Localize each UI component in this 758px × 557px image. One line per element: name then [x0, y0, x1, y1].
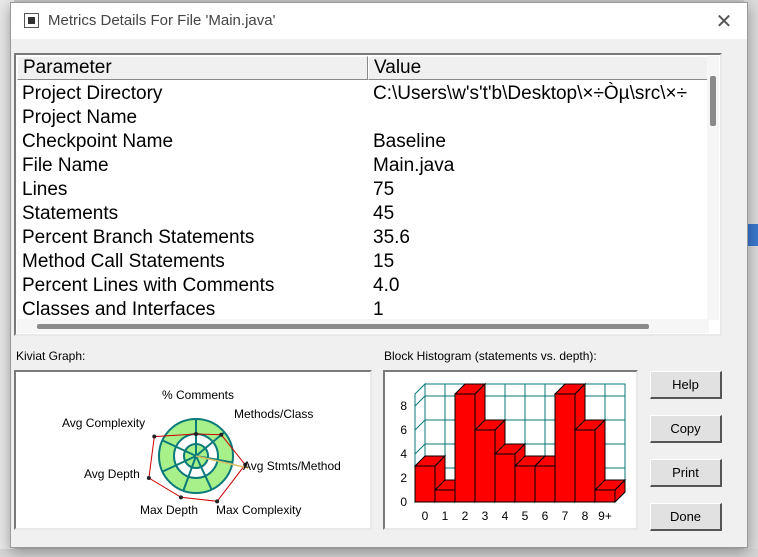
histogram-gridline [414, 395, 426, 407]
table-row[interactable]: Percent Lines with Comments 4.0 [17, 274, 709, 298]
block-histogram-panel: 0 2 4 6 8 0 1 2 3 4 5 6 7 8 9+ [383, 370, 638, 530]
table-row[interactable]: Checkpoint Name Baseline [17, 130, 709, 154]
value-cell: Baseline [373, 131, 446, 152]
histogram-bar [414, 465, 436, 503]
kiviat-graph-panel: % Comments Methods/Class Avg Stmts/Metho… [14, 370, 372, 530]
histogram-bar [554, 393, 576, 503]
parameter-cell: Lines [22, 179, 68, 200]
histogram-y-tick: 4 [400, 447, 407, 461]
histogram-bar [434, 489, 456, 503]
table-row[interactable]: Method Call Statements 15 [17, 250, 709, 274]
kiviat-axis-label: Max Complexity [216, 503, 301, 517]
histogram-gridline [414, 419, 426, 431]
value-cell: 35.6 [373, 227, 410, 248]
value-cell: 75 [373, 179, 395, 200]
parameter-cell: Statements [22, 203, 119, 224]
parameter-cell: Project Directory [22, 83, 163, 104]
histogram-x-tick: 6 [542, 509, 549, 523]
parameter-cell: Project Name [22, 107, 138, 128]
histogram-gridline [414, 443, 426, 455]
background-window-bottom [0, 549, 758, 557]
histogram-y-tick: 6 [400, 423, 407, 437]
histogram-x-tick: 8 [582, 509, 589, 523]
histogram-bar [474, 429, 496, 503]
window-title: Metrics Details For File 'Main.java' [48, 12, 276, 29]
kiviat-axis-label: Avg Depth [84, 467, 140, 481]
window-icon [24, 13, 39, 28]
value-cell: C:\Users\w's't'b\Desktop\×÷Òµ\src\×÷ [373, 83, 688, 104]
close-button[interactable]: ✕ [701, 3, 747, 39]
histogram-x-tick: 3 [482, 509, 489, 523]
histogram-x-tick: 1 [442, 509, 449, 523]
kiviat-point [146, 475, 151, 480]
vertical-scrollbar[interactable] [707, 56, 719, 320]
block-histogram-label: Block Histogram (statements vs. depth): [384, 349, 597, 363]
histogram-x-tick: 4 [502, 509, 509, 523]
block-histogram: 024680 1 2 3 4 5 6 7 8 9+ [400, 382, 627, 523]
column-header-parameter[interactable]: Parameter [17, 56, 368, 80]
histogram-y-tick: 8 [400, 399, 407, 413]
value-cell: 15 [373, 251, 395, 272]
kiviat-axis-label: Avg Complexity [62, 416, 145, 430]
histogram-y-tick: 2 [400, 471, 407, 485]
value-cell: Main.java [373, 155, 455, 176]
table-row[interactable]: Project Name [17, 106, 709, 130]
print-button[interactable]: Print [650, 459, 722, 487]
kiviat-axis-label: Avg Stmts/Method [243, 459, 341, 473]
kiviat-point [178, 495, 183, 500]
parameter-cell: Percent Lines with Comments [22, 275, 275, 296]
list-rows: Project Directory C:\Users\w's't'b\Deskto… [17, 82, 709, 322]
histogram-x-tick: 9+ [598, 509, 612, 523]
histogram-x-tick: 2 [462, 509, 469, 523]
copy-button[interactable]: Copy [650, 415, 722, 443]
kiviat-graph-label: Kiviat Graph: [16, 349, 86, 363]
value-cell: 45 [373, 203, 395, 224]
parameter-cell: Percent Branch Statements [22, 227, 255, 248]
parameter-cell: Method Call Statements [22, 251, 225, 272]
histogram-bar [494, 453, 516, 503]
help-button[interactable]: Help [650, 371, 722, 399]
table-row[interactable]: Lines 75 [17, 178, 709, 202]
parameter-cell: Checkpoint Name [22, 131, 174, 152]
table-row[interactable]: Statements 45 [17, 202, 709, 226]
table-row[interactable]: Percent Branch Statements 35.6 [17, 226, 709, 250]
histogram-y-tick: 0 [400, 495, 407, 509]
column-header-value[interactable]: Value [368, 56, 709, 80]
kiviat-point [219, 432, 224, 437]
histogram-x-tick: 5 [522, 509, 529, 523]
horizontal-scroll-thumb[interactable] [37, 324, 649, 329]
vertical-scroll-thumb[interactable] [710, 76, 716, 126]
title-bar[interactable]: Metrics Details For File 'Main.java' ✕ [11, 3, 747, 39]
histogram-bar [594, 489, 616, 503]
histogram-bar [514, 465, 536, 503]
table-row[interactable]: Project Directory C:\Users\w's't'b\Deskto… [17, 82, 709, 106]
horizontal-scrollbar[interactable] [17, 319, 709, 333]
histogram-x-tick: 0 [422, 509, 429, 523]
value-cell: 4.0 [373, 275, 400, 296]
done-button[interactable]: Done [650, 503, 722, 531]
kiviat-axis-label: Methods/Class [234, 407, 313, 421]
histogram-bar [534, 465, 556, 503]
parameter-cell: File Name [22, 155, 109, 176]
kiviat-axis-label: % Comments [162, 388, 234, 402]
table-row[interactable]: File Name Main.java [17, 154, 709, 178]
kiviat-point [194, 432, 198, 436]
histogram-x-tick: 7 [562, 509, 569, 523]
kiviat-axis-label: Max Depth [140, 503, 198, 517]
kiviat-graph: % Comments Methods/Class Avg Stmts/Metho… [62, 388, 341, 517]
list-header: Parameter Value [17, 56, 709, 80]
histogram-bar [574, 429, 596, 503]
histogram-bar [454, 393, 476, 503]
metrics-list[interactable]: Parameter Value Project Directory C:\User… [14, 53, 722, 336]
kiviat-point [152, 434, 157, 439]
